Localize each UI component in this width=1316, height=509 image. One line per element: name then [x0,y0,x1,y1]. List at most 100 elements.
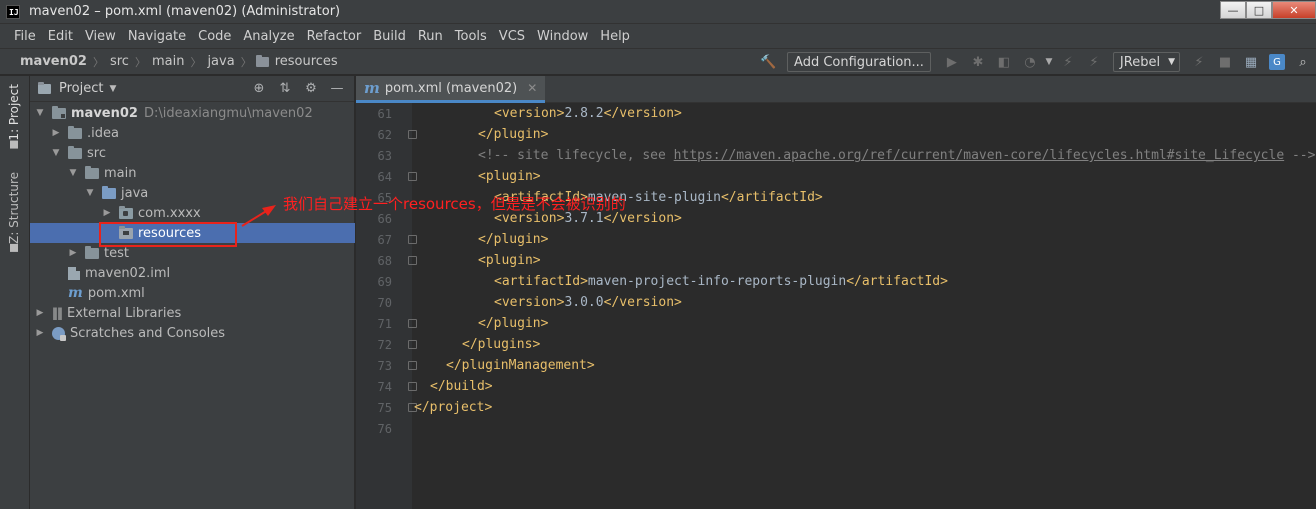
locate-file-icon[interactable]: ⊕ [251,80,267,96]
profile-icon[interactable]: ◔ [1022,54,1038,70]
breadcrumb: maven02 〉 src 〉 main 〉 java 〉 resources [0,54,340,70]
breadcrumb-java[interactable]: java [205,54,236,69]
tree-item-scratches[interactable]: ▶ Scratches and Consoles [30,323,355,343]
jrebel-attach-icon[interactable]: ⚡ [1191,54,1207,70]
run-coverage-icon[interactable]: ◧ [996,54,1012,70]
fold-marker-icon[interactable] [408,361,417,370]
breadcrumb-resources[interactable]: resources [273,54,340,69]
expanded-arrow-icon[interactable]: ▼ [34,108,46,118]
fold-marker-icon[interactable] [408,319,417,328]
code-line[interactable]: 74 </build> [356,376,1316,397]
project-tool-tab[interactable]: 1: Project [7,84,21,153]
maximize-button[interactable]: □ [1246,1,1272,19]
expanded-arrow-icon[interactable]: ▼ [67,168,79,178]
fold-marker-icon[interactable] [408,256,417,265]
tree-item-maven02-iml[interactable]: ▶ maven02.iml [30,263,355,283]
run-icon[interactable]: ▶ [944,54,960,70]
code-line[interactable]: 73 </pluginManagement> [356,355,1316,376]
stop-icon[interactable]: ■ [1217,54,1233,70]
structure-tool-tab[interactable]: Z: Structure [7,172,21,256]
tree-item-idea[interactable]: ▶ .idea [30,123,355,143]
code-line[interactable]: 67 </plugin> [356,229,1316,250]
code-lines[interactable]: 61 <version>2.8.2</version> 62 </plugin> 63 <… [356,103,1316,439]
fold-marker-icon[interactable] [408,382,417,391]
fold-marker-icon[interactable] [408,235,417,244]
menu-refactor[interactable]: Refactor [301,29,368,44]
folder-icon [85,165,99,179]
collapsed-arrow-icon[interactable]: ▶ [34,308,46,318]
menu-vcs[interactable]: VCS [493,29,531,44]
code-line[interactable]: 72 </plugins> [356,334,1316,355]
fold-marker-icon[interactable] [408,172,417,181]
tree-item-src[interactable]: ▼ src [30,143,355,163]
code-token: <!-- site lifecycle, see [478,148,674,163]
menu-tools[interactable]: Tools [449,29,493,44]
close-window-button[interactable]: ✕ [1272,1,1316,19]
collapsed-arrow-icon[interactable]: ▶ [67,248,79,258]
code-line[interactable]: 61 <version>2.8.2</version> [356,103,1316,124]
annotation-highlight-box [99,222,237,247]
menu-bar: File Edit View Navigate Code Analyze Ref… [0,24,1316,48]
settings-gear-icon[interactable]: ⚙ [303,80,319,96]
collapse-all-icon[interactable]: ⇅ [277,80,293,96]
menu-analyze[interactable]: Analyze [237,29,300,44]
menu-build[interactable]: Build [367,29,412,44]
fold-marker-icon[interactable] [408,340,417,349]
jrebel-run-icon[interactable]: ⚡ [1060,54,1076,70]
collapsed-arrow-icon[interactable]: ▶ [34,328,46,338]
menu-file[interactable]: File [8,29,42,44]
hide-panel-icon[interactable]: — [329,80,345,96]
menu-edit[interactable]: Edit [42,29,79,44]
jrebel-dropdown[interactable]: JRebel ▼ [1112,52,1180,72]
line-number: 62 [377,127,392,142]
project-structure-icon[interactable]: ▦ [1243,54,1259,70]
menu-navigate[interactable]: Navigate [122,29,192,44]
code-link[interactable]: https://maven.apache.org/ref/current/mav… [674,148,1284,163]
project-view-selector[interactable]: Project [59,81,103,96]
tab-pom-xml[interactable]: m pom.xml (maven02) ✕ [356,76,546,103]
code-token: <plugin> [478,253,541,268]
search-everywhere-icon[interactable]: ⌕ [1295,54,1311,70]
minimize-button[interactable]: — [1220,1,1246,19]
code-line[interactable]: 68 <plugin> [356,250,1316,271]
fold-marker-icon[interactable] [408,130,417,139]
line-number: 64 [377,169,392,184]
project-tab-label: 1: Project [7,84,21,141]
tree-item-external-libraries[interactable]: ▶ ‖‖ External Libraries [30,303,355,323]
main-toolbar: 🔨 Add Configuration... ▶ ✱ ◧ ◔ ▼ ⚡ ⚡ JRe… [755,49,1316,75]
code-line[interactable]: 62 </plugin> [356,124,1316,145]
run-dropdown-chevron-icon[interactable]: ▼ [1045,54,1053,70]
menu-code[interactable]: Code [192,29,237,44]
code-token: 2.8.2 [564,106,604,121]
menu-run[interactable]: Run [412,29,449,44]
code-line[interactable]: 69 <artifactId>maven-project-info-reports… [356,271,1316,292]
expanded-arrow-icon[interactable]: ▼ [50,148,62,158]
tree-item-maven02[interactable]: ▼ maven02 D:\ideaxiangmu\maven02 [30,103,355,123]
code-line[interactable]: 63 <!-- site lifecycle, see https://maven… [356,145,1316,166]
add-configuration-button[interactable]: Add Configuration... [787,52,931,72]
translate-icon[interactable]: G [1269,54,1285,70]
code-line[interactable]: 64 <plugin> [356,166,1316,187]
line-number: 68 [377,253,392,268]
close-icon[interactable]: ✕ [527,81,537,95]
collapsed-arrow-icon[interactable]: ▶ [50,128,62,138]
code-line[interactable]: 75 </project> [356,397,1316,418]
tree-item-main[interactable]: ▼ main [30,163,355,183]
menu-view[interactable]: View [79,29,122,44]
breadcrumb-main[interactable]: main [150,54,186,69]
menu-window[interactable]: Window [531,29,594,44]
tree-item-pom-xml[interactable]: ▶ m pom.xml [30,283,355,303]
debug-icon[interactable]: ✱ [970,54,986,70]
breadcrumb-maven02[interactable]: maven02 [18,54,89,69]
expanded-arrow-icon[interactable]: ▼ [84,188,96,198]
jrebel-debug-icon[interactable]: ⚡ [1086,54,1102,70]
menu-help[interactable]: Help [594,29,636,44]
code-line[interactable]: 70 <version>3.0.0</version> [356,292,1316,313]
build-hammer-icon[interactable]: 🔨 [760,54,776,70]
chevron-down-icon[interactable]: ▼ [109,84,116,94]
tree-item-label: test [104,245,129,261]
breadcrumb-src[interactable]: src [108,54,131,69]
code-line[interactable]: 76 [356,418,1316,439]
collapsed-arrow-icon[interactable]: ▶ [101,208,113,218]
code-line[interactable]: 71 </plugin> [356,313,1316,334]
